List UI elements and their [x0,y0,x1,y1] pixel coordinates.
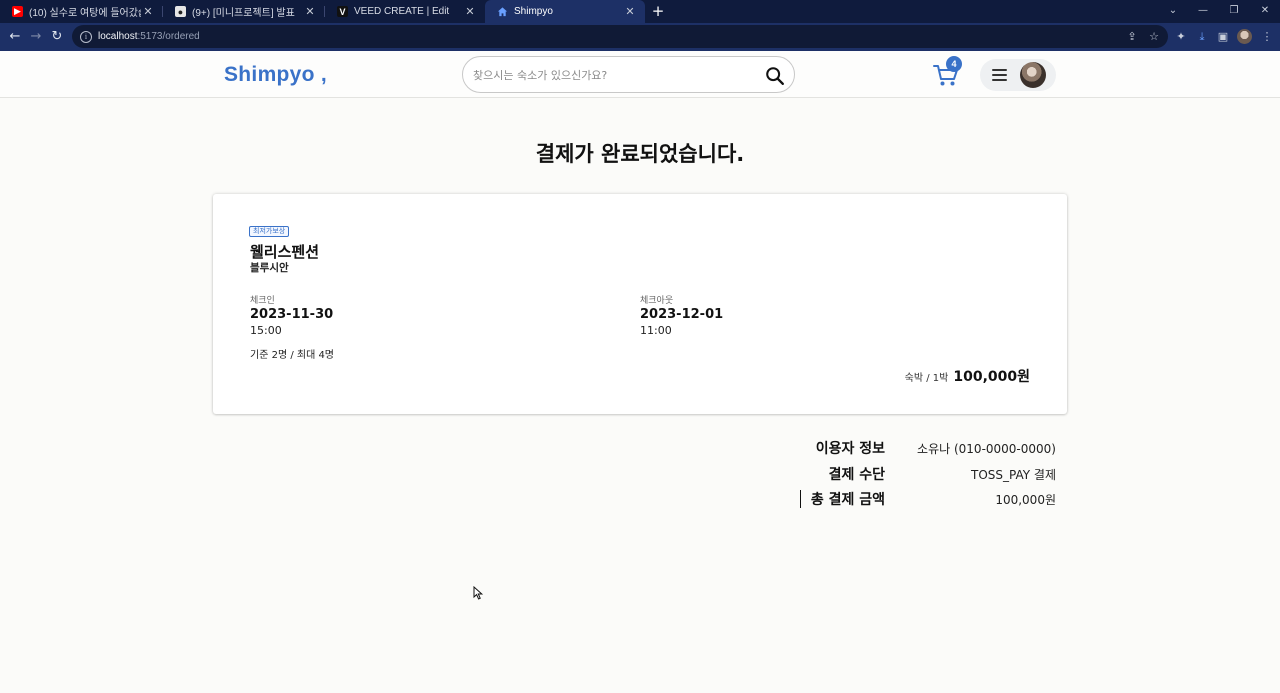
summary-value: 소유나 (010-0000-0000) [917,442,1056,456]
home-icon [497,6,508,17]
info-icon[interactable]: i [80,30,92,43]
hamburger-icon [992,69,1007,81]
menu-kebab-icon[interactable]: ⋮ [1259,29,1275,45]
close-window-icon[interactable]: ✕ [1250,0,1280,23]
tab-title: (10) 실수로 여탕에 들어갔습니다 [29,8,141,19]
summary-row-total: 총 결제 금액 100,000원 [780,489,1056,511]
lowest-price-badge: 최저가보상 [249,226,290,237]
forward-icon[interactable]: → [25,26,47,48]
extensions-icon[interactable]: ✦ [1173,29,1189,45]
close-icon[interactable]: ✕ [463,5,477,18]
search-input[interactable] [473,66,753,84]
tab-title: VEED CREATE | Edit [354,6,450,17]
price-value: 100,000원 [953,369,1030,385]
room-name: 블루시안 [250,262,289,274]
browser-toolbar: ← → ↻ i localhost:5173/ordered ⇪ ☆ ✦ ⤓ ▣… [0,23,1280,51]
avatar [1020,62,1046,88]
summary-label: 이용자 정보 [815,441,885,457]
alien-icon: ● [175,6,186,17]
tab-search-icon[interactable]: ⌄ [1158,0,1188,23]
app-header: Shimpyo , [0,51,1280,98]
text-caret [800,490,801,508]
cart-count-badge: 4 [946,56,962,72]
browser-tab-active[interactable]: Shimpyo ✕ [485,0,645,23]
checkout-label: 체크아웃 [640,296,674,306]
mouse-cursor-icon [473,586,484,600]
checkout-time: 11:00 [640,324,672,337]
youtube-icon: ▶ [12,6,23,17]
logo[interactable]: Shimpyo , [224,63,327,87]
download-icon[interactable]: ⤓ [1194,29,1210,45]
summary-row-payment: 결제 수단 TOSS_PAY 결제 [780,464,1056,486]
price-row: 숙박 / 1박 100,000원 [905,366,1030,386]
address-bar[interactable]: i localhost:5173/ordered ⇪ ☆ [72,25,1168,48]
new-tab-button[interactable]: + [648,2,668,21]
checkin-time: 15:00 [250,324,282,337]
address-path: :5173/ordered [137,31,200,42]
order-card: 최저가보상 웰리스펜션 블루시안 체크인 2023-11-30 15:00 체크… [213,194,1067,414]
close-icon[interactable]: ✕ [303,5,317,18]
user-menu-button[interactable] [980,59,1056,91]
restore-icon[interactable]: ❐ [1219,0,1249,23]
address-host: localhost [98,31,138,42]
search-bar [462,56,795,93]
browser-tab-strip: ▶ (10) 실수로 여탕에 들어갔습니다 ✕ ● (9+) [미니프로젝트] … [0,0,1280,23]
checkin-date: 2023-11-30 [250,307,334,322]
side-panel-icon[interactable]: ▣ [1215,29,1231,45]
checkin-label: 체크인 [250,296,275,306]
hotel-name: 웰리스펜션 [250,243,320,261]
browser-profile-avatar[interactable] [1237,29,1252,44]
tab-title: Shimpyo [514,6,553,17]
close-icon[interactable]: ✕ [141,5,155,18]
summary-value: 100,000원 [995,493,1056,507]
reload-icon[interactable]: ↻ [46,26,68,48]
search-icon[interactable] [764,65,786,87]
star-icon[interactable]: ☆ [1146,29,1162,45]
summary-label: 총 결제 금액 [810,492,885,508]
close-icon[interactable]: ✕ [623,5,637,18]
price-label: 숙박 / 1박 [904,373,949,384]
minimize-icon[interactable]: — [1188,0,1218,23]
share-icon[interactable]: ⇪ [1124,29,1140,45]
veed-icon: V [337,6,348,17]
back-icon[interactable]: ← [4,26,26,48]
browser-tab[interactable]: ● (9+) [미니프로젝트] 발표 ✕ [163,0,325,23]
browser-tab[interactable]: ▶ (10) 실수로 여탕에 들어갔습니다 ✕ [0,0,163,23]
capacity-text: 기준 2명 / 최대 4명 [250,350,335,361]
summary-value: TOSS_PAY 결제 [971,468,1056,482]
checkout-date: 2023-12-01 [640,307,724,322]
tab-title: (9+) [미니프로젝트] 발표 [192,8,295,19]
summary-row-user: 이용자 정보 소유나 (010-0000-0000) [780,438,1056,460]
page-title: 결제가 완료되었습니다. [535,142,745,166]
browser-tab[interactable]: V VEED CREATE | Edit ✕ [325,0,485,23]
summary-label: 결제 수단 [828,467,885,483]
